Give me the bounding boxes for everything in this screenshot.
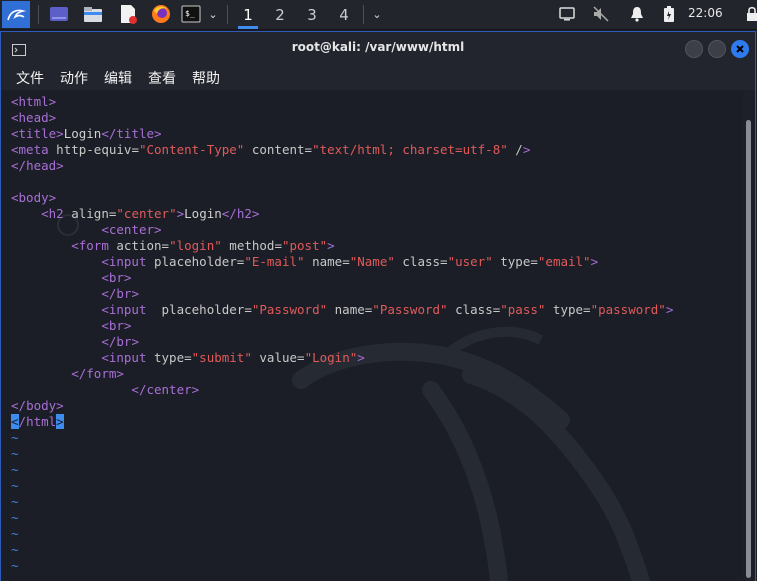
code-line: ~ <box>11 430 19 445</box>
code-line: <title>Login</title> <box>11 126 162 141</box>
file-manager-icon[interactable] <box>82 3 104 25</box>
minimize-button[interactable] <box>685 40 703 58</box>
terminal-icon[interactable]: $_ <box>180 3 202 25</box>
code-line: </br> <box>101 286 139 301</box>
terminal-window: root@kali: /var/www/html 文件 动作 编辑 查看 帮助 … <box>0 31 756 581</box>
code-line: ~ <box>11 494 19 509</box>
code-line: <input placeholder="Password" name="Pass… <box>101 302 674 317</box>
chevron-down-icon[interactable]: ⌄ <box>206 3 220 25</box>
workspace-1[interactable]: 1 <box>232 0 264 29</box>
panel-separator <box>227 5 228 24</box>
svg-text:$_: $_ <box>185 9 195 18</box>
lock-icon[interactable] <box>746 3 757 25</box>
menu-help[interactable]: 帮助 <box>192 68 220 88</box>
code-line: <head> <box>11 110 57 125</box>
bell-icon[interactable] <box>628 3 646 25</box>
menu-bar: 文件 动作 编辑 查看 帮助 <box>1 64 755 90</box>
terminal-content[interactable]: <html> <head> <title>Login</title> <meta ht… <box>1 90 743 581</box>
window-titlebar[interactable]: root@kali: /var/www/html <box>1 32 755 64</box>
scrollbar-thumb[interactable] <box>746 120 751 578</box>
close-button[interactable] <box>731 40 749 58</box>
top-panel: $_ ⌄ 1 2 3 4 ⌄ 22:06 <box>0 0 757 30</box>
menu-view[interactable]: 查看 <box>148 68 176 88</box>
firefox-icon[interactable] <box>150 3 172 25</box>
code-line: </br> <box>101 334 139 349</box>
battery-icon[interactable] <box>662 3 676 25</box>
window-title: root@kali: /var/www/html <box>291 40 465 54</box>
code-line: ~ <box>11 446 19 461</box>
code-line: ~ <box>11 526 19 541</box>
code-line: <center> <box>101 222 162 237</box>
desktop-icon[interactable] <box>48 3 70 25</box>
code-line: <h2 align="center">Login</h2> <box>41 206 260 221</box>
code-line: <input placeholder="E-mail" name="Name" … <box>101 254 599 269</box>
code-line: </html> <box>11 414 64 429</box>
screen-icon[interactable] <box>558 3 576 25</box>
code-line: ~ <box>11 478 19 493</box>
code-line: ~ <box>11 542 19 557</box>
workspace-2[interactable]: 2 <box>264 0 296 29</box>
kali-menu-icon[interactable] <box>2 1 30 28</box>
code-line: </body> <box>11 398 64 413</box>
code-line: ~ <box>11 510 19 525</box>
menu-edit[interactable]: 编辑 <box>104 68 132 88</box>
menu-file[interactable]: 文件 <box>16 68 44 88</box>
menu-action[interactable]: 动作 <box>60 68 88 88</box>
panel-separator <box>363 5 364 24</box>
code-line: <br> <box>101 318 132 333</box>
code-line: <br> <box>101 270 132 285</box>
clock[interactable]: 22:06 <box>688 6 723 20</box>
code-line: <form action="login" method="post"> <box>71 238 335 253</box>
code-line: </center> <box>131 382 200 397</box>
code-line: <meta http-equiv="Content-Type" content=… <box>11 142 531 157</box>
code-line: </head> <box>11 158 64 173</box>
workspace-4[interactable]: 4 <box>328 0 360 29</box>
maximize-button[interactable] <box>708 40 726 58</box>
panel-separator <box>38 5 39 24</box>
code-line: </form> <box>71 366 124 381</box>
workspace-3[interactable]: 3 <box>296 0 328 29</box>
code-line: ~ <box>11 558 19 573</box>
mute-icon[interactable] <box>592 3 610 25</box>
chevron-down-icon[interactable]: ⌄ <box>370 3 384 25</box>
scrollbar[interactable] <box>743 90 755 581</box>
close-icon <box>736 45 744 53</box>
code-line: <input type="submit" value="Login"> <box>101 350 365 365</box>
code-view[interactable]: <html> <head> <title>Login</title> <meta ht… <box>11 94 673 574</box>
code-line: ~ <box>11 462 19 477</box>
code-line: <html> <box>11 94 57 109</box>
text-editor-icon[interactable] <box>117 3 139 25</box>
code-line: <body> <box>11 190 57 205</box>
